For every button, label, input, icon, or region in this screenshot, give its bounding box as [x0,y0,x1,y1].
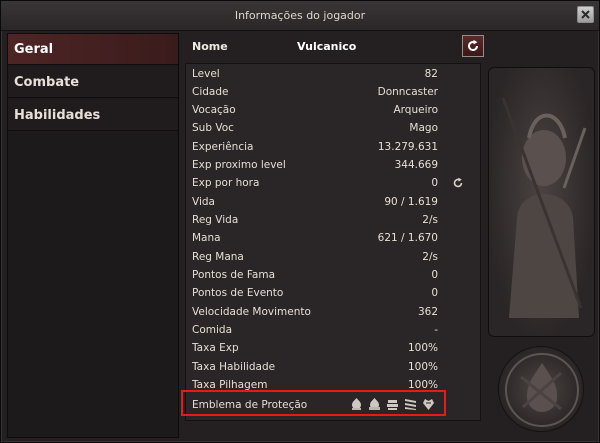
stat-row-pontos-de-fama: Pontos de Fama 0 [192,267,442,285]
stat-value: 82 [424,68,438,80]
stat-label: Velocidade Movimento [192,306,311,318]
stat-value: 0 [431,287,438,299]
stat-label: Exp proximo level [192,159,286,171]
stat-value: Mago [409,122,438,134]
tab-geral[interactable]: Geral [8,34,178,65]
stat-row-exp-por-hora: Exp por hora 0 [192,175,463,193]
stat-row-comida: Comida - [192,322,442,340]
stat-row-vida: Vida 90 / 1.619 [192,194,442,212]
reset-exp-rate-icon[interactable] [452,177,464,189]
stat-row-taxa-habilidade: Taxa Habilidade 100% [192,359,442,377]
stat-row-velocidade-movimento: Velocidade Movimento 362 [192,304,442,322]
character-artwork [488,67,595,337]
emblem-tier-5-icon[interactable] [421,397,436,411]
stat-value: 0 [431,177,438,189]
player-info-window: Informações do jogador Geral Combate Hab… [0,0,600,443]
stat-label: Exp por hora [192,177,260,189]
emblem-tier-1-icon[interactable] [349,397,364,411]
stat-value: Arqueiro [393,104,438,116]
stat-row-mana: Mana 621 / 1.670 [192,230,442,248]
emblem-tier-2-icon[interactable] [367,397,382,411]
stat-row-pontos-de-evento: Pontos de Evento 0 [192,285,442,303]
stat-row-level: Level 82 [192,66,442,84]
stat-label: Cidade [192,86,229,98]
emblem-tier-4-icon[interactable] [403,397,418,411]
close-button[interactable] [577,6,594,23]
stat-value: 100% [407,361,438,373]
stat-row-exp-proximo-level: Exp proximo level 344.669 [192,157,442,175]
refresh-icon [468,39,478,51]
emblem-label: Emblema de Proteção [192,399,308,411]
stat-row-vocacao: Vocação Arqueiro [192,102,442,120]
stat-row-cidade: Cidade Donncaster [192,84,442,102]
stat-label: Reg Vida [192,214,239,226]
stat-label: Experiência [192,141,254,153]
stat-value: 2/s [422,251,438,263]
stat-label: Level [192,68,220,80]
stat-value: 13.279.631 [377,141,438,153]
tab-combate[interactable]: Combate [8,67,178,98]
emblem-tier-3-icon[interactable] [385,397,400,411]
stat-row-sub-voc: Sub Voc Mago [192,120,442,138]
name-label: Nome [192,40,228,53]
stat-label: Vocação [192,104,236,116]
stat-value: 621 / 1.670 [377,232,438,244]
stat-label: Taxa Habilidade [192,361,276,373]
stat-label: Reg Mana [192,251,244,263]
stat-row-reg-mana: Reg Mana 2/s [192,249,442,267]
decorative-seal-icon [505,353,579,427]
stat-value: - [434,324,438,336]
stat-value: 90 / 1.619 [384,196,438,208]
stat-label: Sub Voc [192,122,234,134]
title-bar[interactable]: Informações do jogador [1,1,599,31]
stat-row-reg-vida: Reg Vida 2/s [192,212,442,230]
stat-value: 344.669 [394,159,438,171]
stat-label: Mana [192,232,221,244]
stat-row-taxa-exp: Taxa Exp 100% [192,340,442,358]
tab-habilidades[interactable]: Habilidades [8,100,178,131]
stat-value: 100% [407,342,438,354]
player-name: Vulcanico [297,40,357,53]
refresh-button[interactable] [462,35,484,57]
stat-value: 0 [431,269,438,281]
emblem-artwork [498,346,584,432]
stat-value: 362 [417,306,438,318]
emblem-icons [349,397,436,411]
stat-row-experiencia: Experiência 13.279.631 [192,139,442,157]
stat-value: 2/s [422,214,438,226]
stat-value: Donncaster [377,86,438,98]
window-title: Informações do jogador [234,9,366,22]
character-portrait-icon [501,97,587,318]
stat-label: Pontos de Fama [192,269,276,281]
stat-label: Taxa Exp [192,342,239,354]
close-icon [581,10,590,19]
stat-label: Pontos de Evento [192,287,284,299]
sidebar: Geral Combate Habilidades [7,33,179,438]
stat-label: Vida [192,196,215,208]
stat-label: Comida [192,324,233,336]
